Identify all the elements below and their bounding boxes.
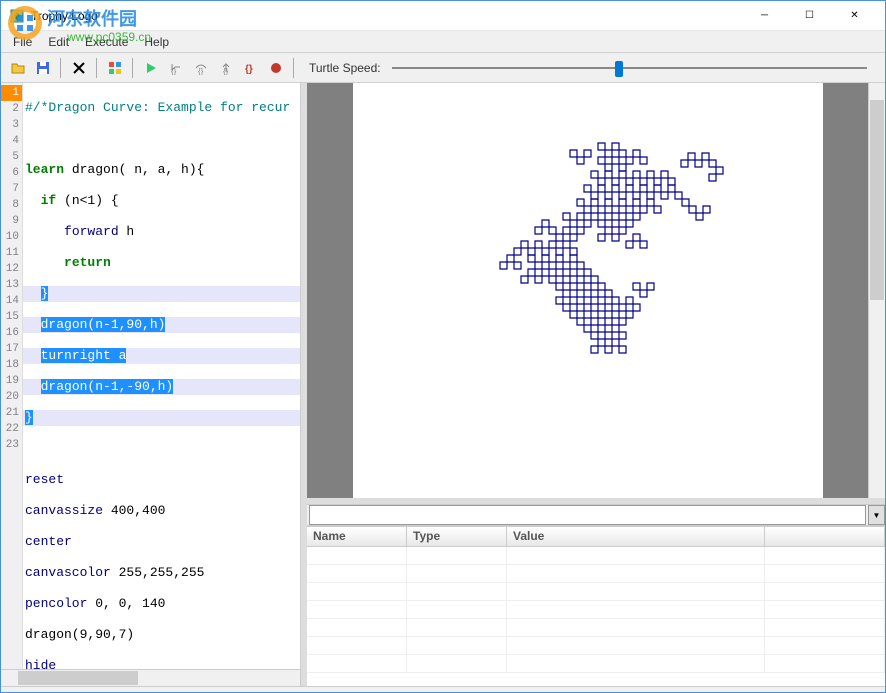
- window-title: Trophy Logo: [31, 9, 742, 23]
- app-icon: [9, 8, 25, 24]
- step-out-button[interactable]: {}: [215, 57, 237, 79]
- col-name[interactable]: Name: [307, 527, 407, 546]
- code-content[interactable]: #/*Dragon Curve: Example for recur learn…: [23, 83, 300, 669]
- turtle-canvas: [353, 83, 823, 498]
- delete-button[interactable]: [68, 57, 90, 79]
- scope-dropdown-arrow[interactable]: ▼: [868, 505, 885, 525]
- svg-text:{}: {}: [198, 67, 204, 75]
- canvas-viewport: [307, 83, 868, 498]
- dragon-curve-drawing: [438, 123, 758, 423]
- open-button[interactable]: [7, 57, 29, 79]
- titlebar: Trophy Logo ─ ☐ ✕: [1, 1, 885, 31]
- run-button[interactable]: [140, 57, 162, 79]
- scope-dropdown[interactable]: [309, 505, 866, 525]
- turtle-speed-slider[interactable]: [392, 58, 867, 78]
- step-over-button[interactable]: {}: [190, 57, 212, 79]
- close-button[interactable]: ✕: [832, 2, 877, 30]
- menu-execute[interactable]: Execute: [77, 33, 136, 51]
- stop-button[interactable]: [265, 57, 287, 79]
- menu-file[interactable]: File: [5, 33, 40, 51]
- statusbar: [1, 686, 885, 692]
- col-type[interactable]: Type: [407, 527, 507, 546]
- menu-help[interactable]: Help: [136, 33, 177, 51]
- svg-text:{}: {}: [245, 64, 253, 75]
- col-value[interactable]: Value: [507, 527, 765, 546]
- editor-hscrollbar[interactable]: [1, 669, 300, 686]
- save-button[interactable]: [32, 57, 54, 79]
- variables-panel: Name Type Value: [307, 526, 885, 686]
- minimize-button[interactable]: ─: [742, 2, 787, 30]
- line-gutter: 1234567891011121314151617181920212223: [1, 83, 23, 669]
- col-blank[interactable]: [765, 527, 885, 546]
- tool-grid-button[interactable]: [104, 57, 126, 79]
- breakpoint-toggle-button[interactable]: {}: [240, 57, 262, 79]
- canvas-vscrollbar[interactable]: [868, 83, 885, 498]
- menu-edit[interactable]: Edit: [40, 33, 77, 51]
- code-editor[interactable]: 1234567891011121314151617181920212223 #/…: [1, 83, 300, 669]
- step-into-button[interactable]: {}: [165, 57, 187, 79]
- menubar: File Edit Execute Help: [1, 31, 885, 53]
- turtle-speed-label: Turtle Speed:: [309, 61, 381, 75]
- variables-body[interactable]: [307, 547, 885, 686]
- maximize-button[interactable]: ☐: [787, 2, 832, 30]
- svg-text:{}: {}: [171, 67, 177, 75]
- toolbar: {} {} {} {} Turtle Speed:: [1, 53, 885, 83]
- svg-text:{}: {}: [223, 67, 229, 75]
- variables-header: Name Type Value: [307, 527, 885, 547]
